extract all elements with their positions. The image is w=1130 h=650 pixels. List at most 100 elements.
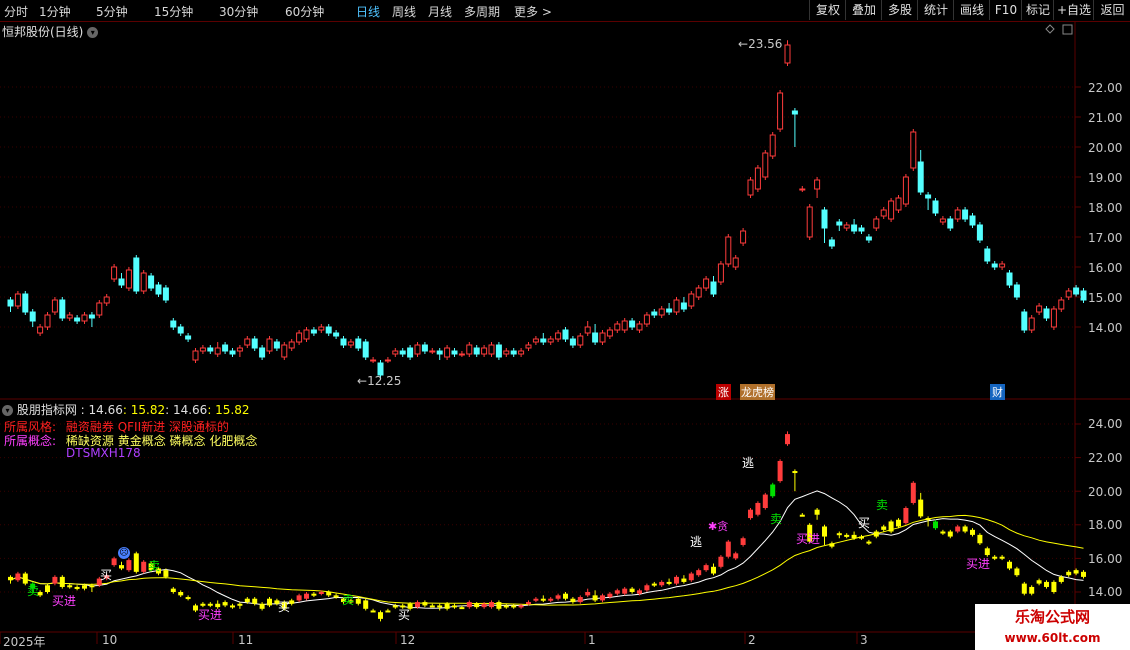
candle-body [451,350,458,355]
candle-body [680,302,687,310]
limit-up-badge[interactable]: 涨 [716,384,731,400]
candle-body [651,311,658,316]
candle-body [399,350,406,355]
indicator-candle-body [696,570,702,576]
candle-body [1021,311,1028,331]
candle-body [444,347,451,358]
indicator-candle-body [555,595,561,599]
indicator-candle-body [570,598,576,603]
candle-body [510,350,517,355]
indicator-candle-body [296,595,302,601]
low-price-value: 12.25 [367,374,402,388]
candle-body [251,338,258,349]
candle-body [562,329,569,340]
indicator-candle-body [511,605,517,608]
candle-body [643,314,650,325]
candle-body [969,215,976,226]
indicator-candle-body [733,553,739,559]
candle-body [1080,290,1087,301]
candle-body [414,344,421,355]
indicator-tick: 22.00 [1088,451,1123,465]
indicator-candle-body [1044,581,1049,587]
indicator-candle-body [496,602,502,609]
candle-body [1006,272,1013,286]
indicator-candle-body [466,602,472,608]
indicator-candle-body [577,597,583,603]
candle-body [458,353,465,356]
price-tick: 20.00 [1088,141,1123,155]
price-tick: 17.00 [1088,231,1123,245]
diamond-icon[interactable] [1045,24,1055,34]
chevron-down-icon[interactable]: ▾ [87,27,99,38]
indicator-candle-body [666,581,672,584]
candle-body [1058,299,1065,310]
candle-body [273,341,280,349]
indicator-candle-body [563,593,568,599]
indicator-candle-body [185,597,191,600]
greedy-label: 贪 [717,520,729,533]
candle-body [555,332,562,340]
candle-body [362,341,369,358]
candle-body [569,338,576,346]
indicator-candle-body [489,602,494,608]
candle-body [932,200,939,214]
indicator-candle-body [82,585,87,589]
indicator-candle-body [244,598,250,603]
candle-body [1065,290,1072,298]
time-tick: 11 [238,633,254,647]
time-tick: 10 [102,633,118,647]
candle-body [81,314,88,322]
candle-body [592,332,599,343]
dragon-tiger-badge[interactable]: 龙虎榜 [740,384,775,400]
indicator-candle-body [45,585,50,592]
candle-body [288,341,295,349]
indicator-candle-body [925,518,931,521]
candle-body [888,200,895,220]
indicator-candle-body [896,519,901,527]
high-price-value: 23.56 [748,37,783,51]
indicator-candle-body [111,558,117,566]
indicator-candle-body [940,531,946,534]
candle-body [658,308,665,316]
indicator-candle-body [526,602,531,605]
time-tick: 2025年 [3,635,46,649]
candle-body [525,344,532,349]
time-tick: 1 [588,633,596,647]
indicator-value-1: : 14.66 [76,403,123,417]
stock-chart[interactable] [0,0,1130,650]
candle-body [606,329,613,337]
candle-body [621,320,628,331]
candle-body [7,299,14,307]
price-tick: 15.00 [1088,291,1123,305]
watermark-title: 乐淘公式网 [1014,608,1090,626]
candle-body [340,338,347,346]
candle-body [799,188,806,191]
time-tick: 12 [400,633,416,647]
indicator-candle-body [866,541,872,544]
candle-body [732,257,739,268]
indicator-candle-body [600,595,605,601]
panel-size-icon[interactable] [1062,24,1073,35]
indicator-candle-body [540,598,546,601]
candle-body [518,350,525,355]
indicator-candle-body [1051,581,1057,592]
candle-body [347,341,354,346]
indicator-candle-body [592,595,598,601]
buy-signal: 买 [398,608,411,622]
indicator-candle-body [318,592,324,594]
candle-body [310,329,317,334]
indicator-candle-body [711,566,716,574]
candle-body [229,350,236,355]
chevron-down-icon[interactable]: ▾ [2,405,13,416]
indicator-candle-body [126,560,132,571]
escape-signal: 逃 [690,535,703,549]
escape-signal: 逃 [742,456,755,470]
candle-body [925,194,932,199]
high-arrow-icon: ← [738,37,749,51]
indicator-candle-body [74,586,80,589]
sell-signal: 卖 [148,559,161,573]
indicator-candle-body [170,588,176,592]
indicator-candle-body [267,598,272,606]
indicator-candle-body [333,595,339,598]
financial-badge[interactable]: 财 [990,384,1005,400]
